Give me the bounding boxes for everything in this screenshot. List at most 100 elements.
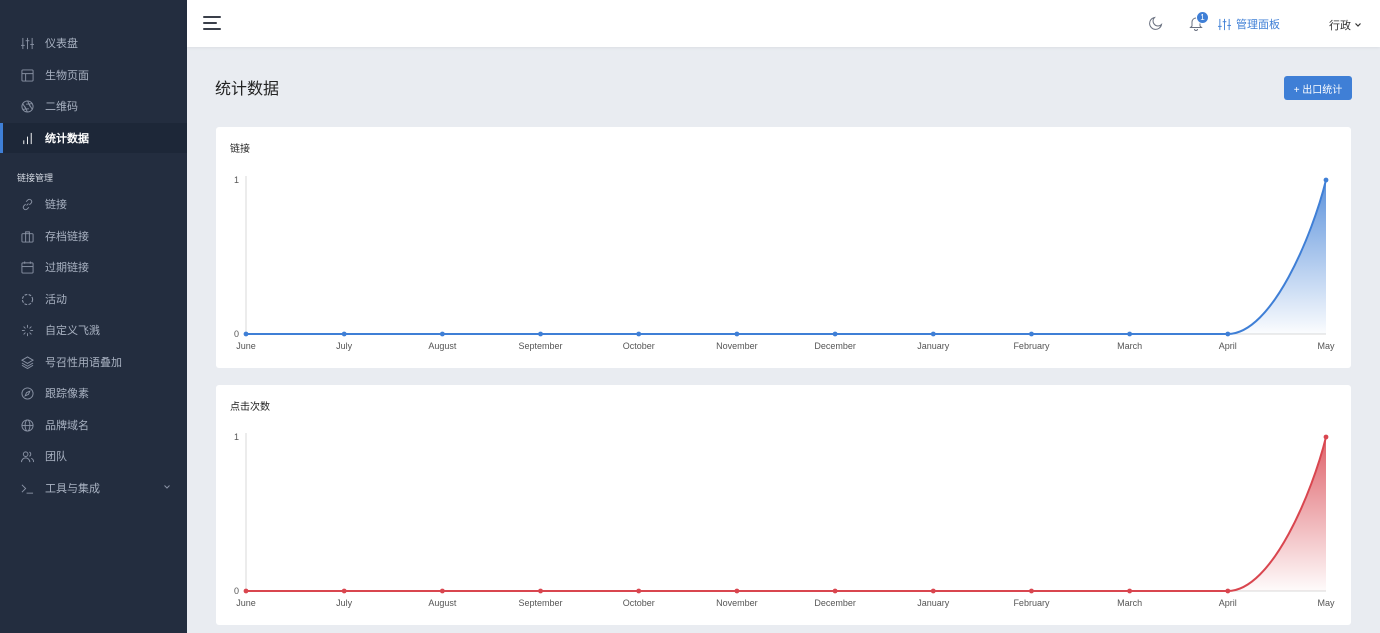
calendar-icon <box>21 260 34 274</box>
x-tick-label: November <box>716 341 758 351</box>
x-tick-label: September <box>519 341 563 351</box>
data-point <box>1323 177 1329 183</box>
x-tick-label: October <box>623 341 655 351</box>
x-tick-label: February <box>1013 341 1050 351</box>
data-point <box>1029 588 1034 594</box>
sidebar-item-label: 品牌域名 <box>45 420 89 432</box>
sidebar-item-qr-codes[interactable]: 二维码 <box>0 91 187 121</box>
globe-icon <box>21 418 34 432</box>
data-point <box>1127 588 1133 594</box>
sidebar-item-campaigns[interactable]: 活动 <box>0 284 187 314</box>
sidebar-item-label: 号召性用语叠加 <box>45 357 122 369</box>
data-point <box>930 588 936 594</box>
user-menu[interactable]: 行政 <box>1329 17 1362 33</box>
compass-icon <box>21 386 34 400</box>
sidebar-item-custom-splash[interactable]: 自定义飞溅 <box>0 315 187 345</box>
x-tick-label: June <box>236 341 256 351</box>
clicks-chart-card: 点击次数 0 1 June July August September October Nov… <box>216 385 1351 625</box>
data-point <box>439 588 445 594</box>
chevron-down-icon <box>1355 23 1361 27</box>
data-point <box>734 331 740 337</box>
sidebar-item-teams[interactable]: 团队 <box>0 441 187 471</box>
sidebar-item-label: 过期链接 <box>45 262 89 274</box>
x-tick-label: April <box>1219 341 1237 351</box>
sidebar-item-tracking-pixels[interactable]: 跟踪像素 <box>0 378 187 408</box>
terminal-icon <box>21 482 34 495</box>
sidebar-item-archived-links[interactable]: 存档链接 <box>0 221 187 251</box>
user-label: 行政 <box>1329 20 1351 32</box>
data-point <box>930 331 936 337</box>
sidebar-item-links[interactable]: 链接 <box>0 189 187 219</box>
x-tick-label: June <box>236 598 256 608</box>
x-tick-label: February <box>1013 598 1050 608</box>
bar-chart-icon <box>21 132 34 145</box>
x-tick-label: August <box>428 341 457 351</box>
x-tick-label: October <box>623 598 655 608</box>
link-icon <box>21 198 34 211</box>
moon-icon[interactable] <box>1149 16 1163 30</box>
notification-badge: 1 <box>1196 11 1209 24</box>
x-tick-label: July <box>336 341 353 351</box>
data-point <box>636 588 642 594</box>
data-point <box>1029 331 1034 337</box>
menu-toggle-icon[interactable] <box>203 16 221 30</box>
x-tick-label: August <box>428 598 457 608</box>
sidebar-item-label: 生物页面 <box>45 70 89 82</box>
sliders-icon <box>1218 18 1231 30</box>
data-point <box>439 331 445 337</box>
export-statistics-button[interactable]: + 出口统计 <box>1284 76 1352 100</box>
sidebar-item-label: 二维码 <box>45 101 78 113</box>
sidebar-item-statistics[interactable]: 统计数据 <box>0 123 187 153</box>
topbar: 1 管理面板 行政 <box>187 0 1380 47</box>
x-tick-label: March <box>1117 341 1142 351</box>
data-point <box>832 588 838 594</box>
data-point <box>1323 434 1329 440</box>
sliders-icon <box>21 37 34 50</box>
y-tick-label: 0 <box>234 329 239 339</box>
chevron-down-icon <box>164 485 170 489</box>
sidebar-item-dashboard[interactable]: 仪表盘 <box>0 28 187 58</box>
data-point <box>636 331 642 337</box>
data-point <box>1225 331 1231 337</box>
data-point <box>1127 331 1133 337</box>
x-tick-label: January <box>917 341 950 351</box>
aperture-icon <box>21 99 34 113</box>
x-tick-label: September <box>519 598 563 608</box>
data-point <box>538 331 543 337</box>
series-line <box>246 179 1327 335</box>
x-tick-label: May <box>1317 598 1335 608</box>
data-point <box>243 331 249 337</box>
sidebar-item-tools-integrations[interactable]: 工具与集成 <box>0 473 187 503</box>
x-tick-label: July <box>336 598 353 608</box>
series-area <box>246 437 1326 591</box>
sidebar-item-label: 团队 <box>45 451 67 463</box>
layers-icon <box>21 355 34 369</box>
x-tick-label: November <box>716 598 758 608</box>
sidebar-item-label: 跟踪像素 <box>45 388 89 400</box>
links-chart: 0 1 June July August September October November… <box>234 175 1335 351</box>
sidebar-item-bio-pages[interactable]: 生物页面 <box>0 60 187 90</box>
clicks-chart: 0 1 June July August September October November… <box>234 432 1335 608</box>
x-tick-label: March <box>1117 598 1142 608</box>
circle-dashed-icon <box>21 293 34 306</box>
sidebar-item-label: 链接 <box>45 199 67 211</box>
y-tick-label: 0 <box>234 586 239 596</box>
sidebar-item-cta-overlay[interactable]: 号召性用语叠加 <box>0 347 187 377</box>
sidebar-item-label: 仪表盘 <box>45 38 78 50</box>
sidebar-item-brand-domains[interactable]: 品牌域名 <box>0 410 187 440</box>
sidebar-item-label: 工具与集成 <box>45 483 100 495</box>
section-label-link-management: 链接管理 <box>17 173 54 183</box>
sidebar: 仪表盘 生物页面 二维码 统计数据 链接管理 链接 存档链接 过期链接 活动 自… <box>0 0 187 633</box>
x-tick-label: May <box>1317 341 1335 351</box>
data-point <box>734 588 740 594</box>
data-point <box>341 331 347 337</box>
x-tick-label: April <box>1219 598 1237 608</box>
admin-panel-link[interactable]: 管理面板 <box>1218 16 1280 32</box>
data-point <box>341 588 347 594</box>
series-line <box>246 436 1327 592</box>
sidebar-item-label: 活动 <box>45 294 67 306</box>
sidebar-item-label: 存档链接 <box>45 231 89 243</box>
x-tick-label: December <box>814 341 856 351</box>
y-tick-label: 1 <box>234 175 239 185</box>
sidebar-item-expired-links[interactable]: 过期链接 <box>0 252 187 282</box>
